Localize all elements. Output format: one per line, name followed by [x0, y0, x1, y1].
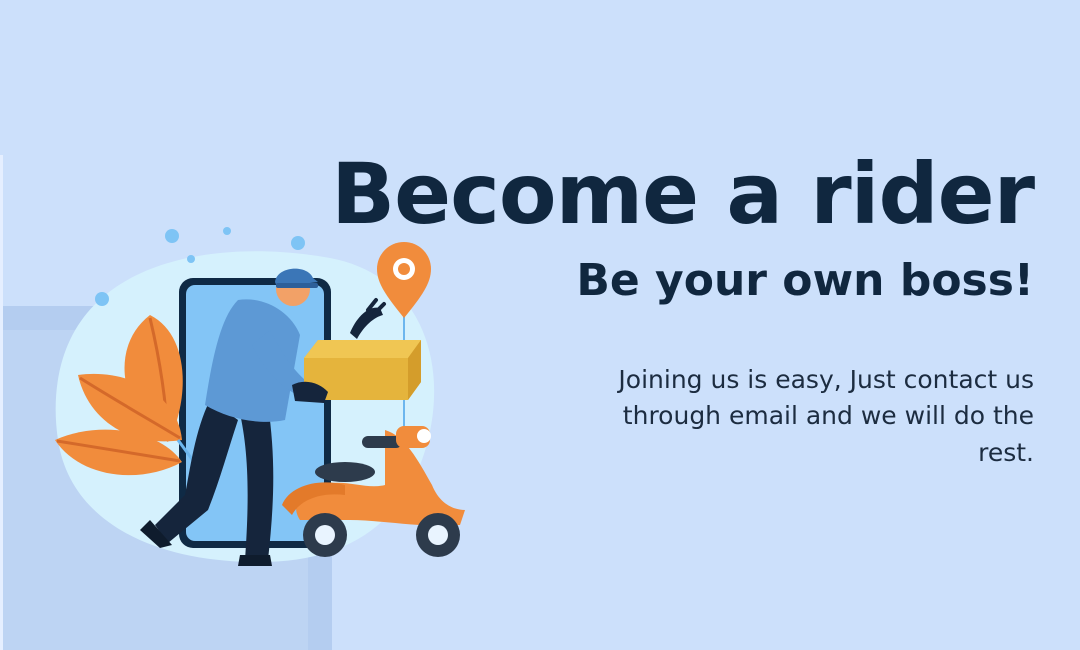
bubble	[291, 236, 305, 250]
bubble	[223, 227, 231, 235]
body-text: Joining us is easy, Just contact us thro…	[618, 365, 1034, 467]
bubble	[95, 292, 109, 306]
left-edge-strip	[0, 155, 3, 650]
scooter-seat	[315, 462, 375, 482]
bubble	[187, 255, 195, 263]
headline: Become a rider	[331, 145, 1035, 243]
bubble	[165, 229, 179, 243]
hero-section: Become a rider Be your own boss! Joining…	[0, 0, 1080, 650]
subheadline: Be your own boss!	[576, 255, 1034, 306]
